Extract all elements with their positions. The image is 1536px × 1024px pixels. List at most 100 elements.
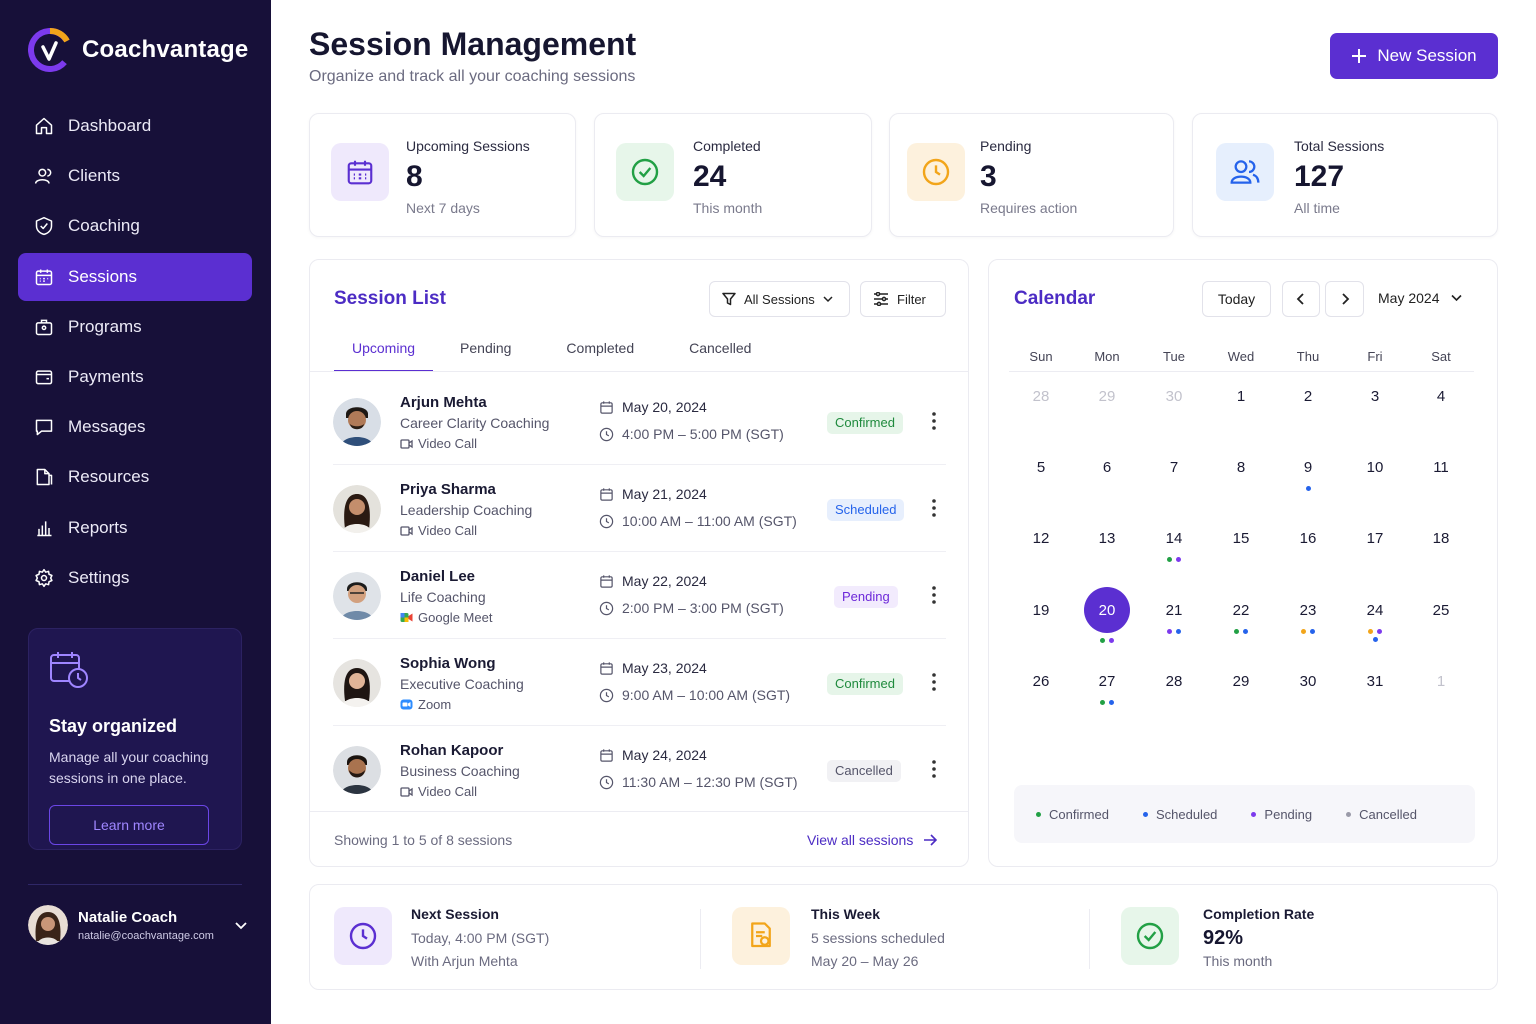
shield-icon — [35, 217, 53, 236]
calendar-day[interactable]: 14 — [1151, 515, 1197, 561]
sidebar-item-coaching[interactable]: Coaching — [18, 202, 252, 250]
calendar-day[interactable]: 28 — [1018, 373, 1064, 419]
chevron-down-icon[interactable] — [234, 918, 248, 932]
legend-pending: Pending — [1251, 807, 1312, 822]
meeting-mode-label: Video Call — [418, 436, 478, 451]
month-selector[interactable]: May 2024 — [1378, 290, 1463, 306]
prev-month-button[interactable] — [1282, 281, 1320, 317]
view-all-sessions-link[interactable]: View all sessions — [807, 832, 938, 848]
more-options-icon[interactable] — [929, 408, 939, 434]
meeting-mode: Google Meet — [400, 610, 492, 625]
sidebar-item-programs[interactable]: Programs — [18, 303, 252, 351]
filter-button[interactable]: Filter — [860, 281, 946, 317]
sidebar-item-resources[interactable]: Resources — [18, 453, 252, 501]
event-dot — [1372, 637, 1378, 642]
avatar — [28, 905, 68, 945]
calendar-day[interactable]: 22 — [1218, 587, 1264, 633]
arrow-right-icon — [924, 834, 938, 846]
all-sessions-dropdown[interactable]: All Sessions — [709, 281, 850, 317]
calendar-day[interactable]: 28 — [1151, 658, 1197, 704]
tab-upcoming[interactable]: Upcoming — [334, 330, 434, 372]
calendar-day[interactable]: 25 — [1418, 587, 1464, 633]
calendar-day[interactable]: 11 — [1418, 444, 1464, 490]
next-month-button[interactable] — [1325, 281, 1364, 317]
event-dot — [1100, 700, 1105, 705]
more-options-icon[interactable] — [929, 582, 939, 608]
calendar-day[interactable]: 10 — [1352, 444, 1398, 490]
calendar-day[interactable]: 31 — [1352, 658, 1398, 704]
legend-label: Scheduled — [1155, 806, 1218, 822]
calendar-day[interactable]: 1 — [1418, 658, 1464, 704]
legend-dot — [1036, 811, 1041, 817]
today-button[interactable]: Today — [1202, 281, 1271, 317]
sidebar-item-sessions[interactable]: Sessions — [18, 252, 252, 301]
table-row[interactable]: Daniel Lee Life Coaching Google Meet May… — [333, 552, 946, 639]
more-options-icon[interactable] — [929, 495, 939, 521]
brand[interactable]: Coachvantage — [28, 28, 248, 72]
sidebar-item-reports[interactable]: Reports — [18, 504, 252, 552]
check-circle-icon — [1136, 922, 1164, 950]
tab-cancelled[interactable]: Cancelled — [671, 330, 769, 372]
more-options-icon[interactable] — [929, 669, 939, 695]
calendar-day[interactable]: 29 — [1218, 658, 1264, 704]
calendar-day-selected[interactable]: 20 — [1084, 587, 1130, 633]
calendar-day[interactable]: 24 — [1352, 587, 1398, 633]
stat-sub: Requires action — [980, 200, 1078, 216]
calendar-day[interactable]: 15 — [1218, 515, 1264, 561]
calendar-day[interactable]: 6 — [1084, 444, 1130, 490]
sidebar-item-settings[interactable]: Settings — [18, 554, 252, 602]
calendar-day[interactable]: 30 — [1151, 373, 1197, 419]
user-profile[interactable]: Natalie Coach natalie@coachvantage.com — [28, 905, 248, 945]
calendar-day[interactable]: 9 — [1285, 444, 1331, 490]
legend-dot — [1142, 811, 1148, 817]
funnel-icon — [722, 292, 736, 306]
summary-icon-wrap — [1121, 907, 1179, 965]
calendar-day[interactable]: 21 — [1151, 587, 1197, 633]
calendar-day[interactable]: 8 — [1218, 444, 1264, 490]
table-row[interactable]: Sophia Wong Executive Coaching Zoom May … — [333, 639, 946, 726]
calendar-day[interactable]: 23 — [1285, 587, 1331, 633]
stat-icon-wrap — [616, 143, 674, 201]
sidebar-item-messages[interactable]: Messages — [18, 403, 252, 451]
stat-icon-wrap — [1216, 143, 1274, 201]
sidebar: Coachvantage Dashboard Clients Coaching … — [0, 0, 271, 1024]
calendar-day[interactable]: 4 — [1418, 373, 1464, 419]
weekday-label: Sun — [1029, 349, 1053, 364]
program-name: Life Coaching — [400, 589, 486, 605]
event-dots — [1100, 638, 1114, 643]
tab-pending[interactable]: Pending — [442, 330, 529, 372]
sidebar-item-dashboard[interactable]: Dashboard — [18, 102, 252, 150]
table-row[interactable]: Arjun Mehta Career Clarity Coaching Vide… — [333, 378, 946, 465]
table-row[interactable]: Priya Sharma Leadership Coaching Video C… — [333, 465, 946, 552]
more-options-icon[interactable] — [929, 756, 939, 782]
calendar-day[interactable]: 26 — [1018, 658, 1064, 704]
sidebar-item-clients[interactable]: Clients — [18, 152, 252, 200]
brand-name: Coachvantage — [82, 36, 249, 63]
calendar-day[interactable]: 16 — [1285, 515, 1331, 561]
session-tabs: Upcoming Pending Completed Cancelled — [334, 330, 778, 372]
calendar-day[interactable]: 13 — [1084, 515, 1130, 561]
calendar-day[interactable]: 18 — [1418, 515, 1464, 561]
new-session-button[interactable]: New Session — [1330, 33, 1498, 79]
calendar-day[interactable]: 29 — [1084, 373, 1130, 419]
calendar-day[interactable]: 3 — [1352, 373, 1398, 419]
calendar-day[interactable]: 19 — [1018, 587, 1064, 633]
completion-rate-value: 92% — [1203, 927, 1244, 949]
calendar-day[interactable]: 2 — [1285, 373, 1331, 419]
calendar-day[interactable]: 7 — [1151, 444, 1197, 490]
summary-icon-wrap — [334, 907, 392, 965]
calendar-day[interactable]: 5 — [1018, 444, 1064, 490]
sidebar-item-label: Settings — [68, 567, 130, 587]
month-label: May 2024 — [1378, 290, 1440, 306]
tab-completed[interactable]: Completed — [548, 330, 652, 372]
program-name: Career Clarity Coaching — [400, 415, 550, 431]
calendar-day[interactable]: 17 — [1352, 515, 1398, 561]
legend-label: Confirmed — [1049, 806, 1109, 822]
table-row[interactable]: Rohan Kapoor Business Coaching Video Cal… — [333, 726, 946, 813]
learn-more-button[interactable]: Learn more — [49, 805, 209, 845]
calendar-day[interactable]: 1 — [1218, 373, 1264, 419]
calendar-day[interactable]: 27 — [1084, 658, 1130, 704]
calendar-day[interactable]: 12 — [1018, 515, 1064, 561]
calendar-day[interactable]: 30 — [1285, 658, 1331, 704]
sidebar-item-payments[interactable]: Payments — [18, 353, 252, 401]
